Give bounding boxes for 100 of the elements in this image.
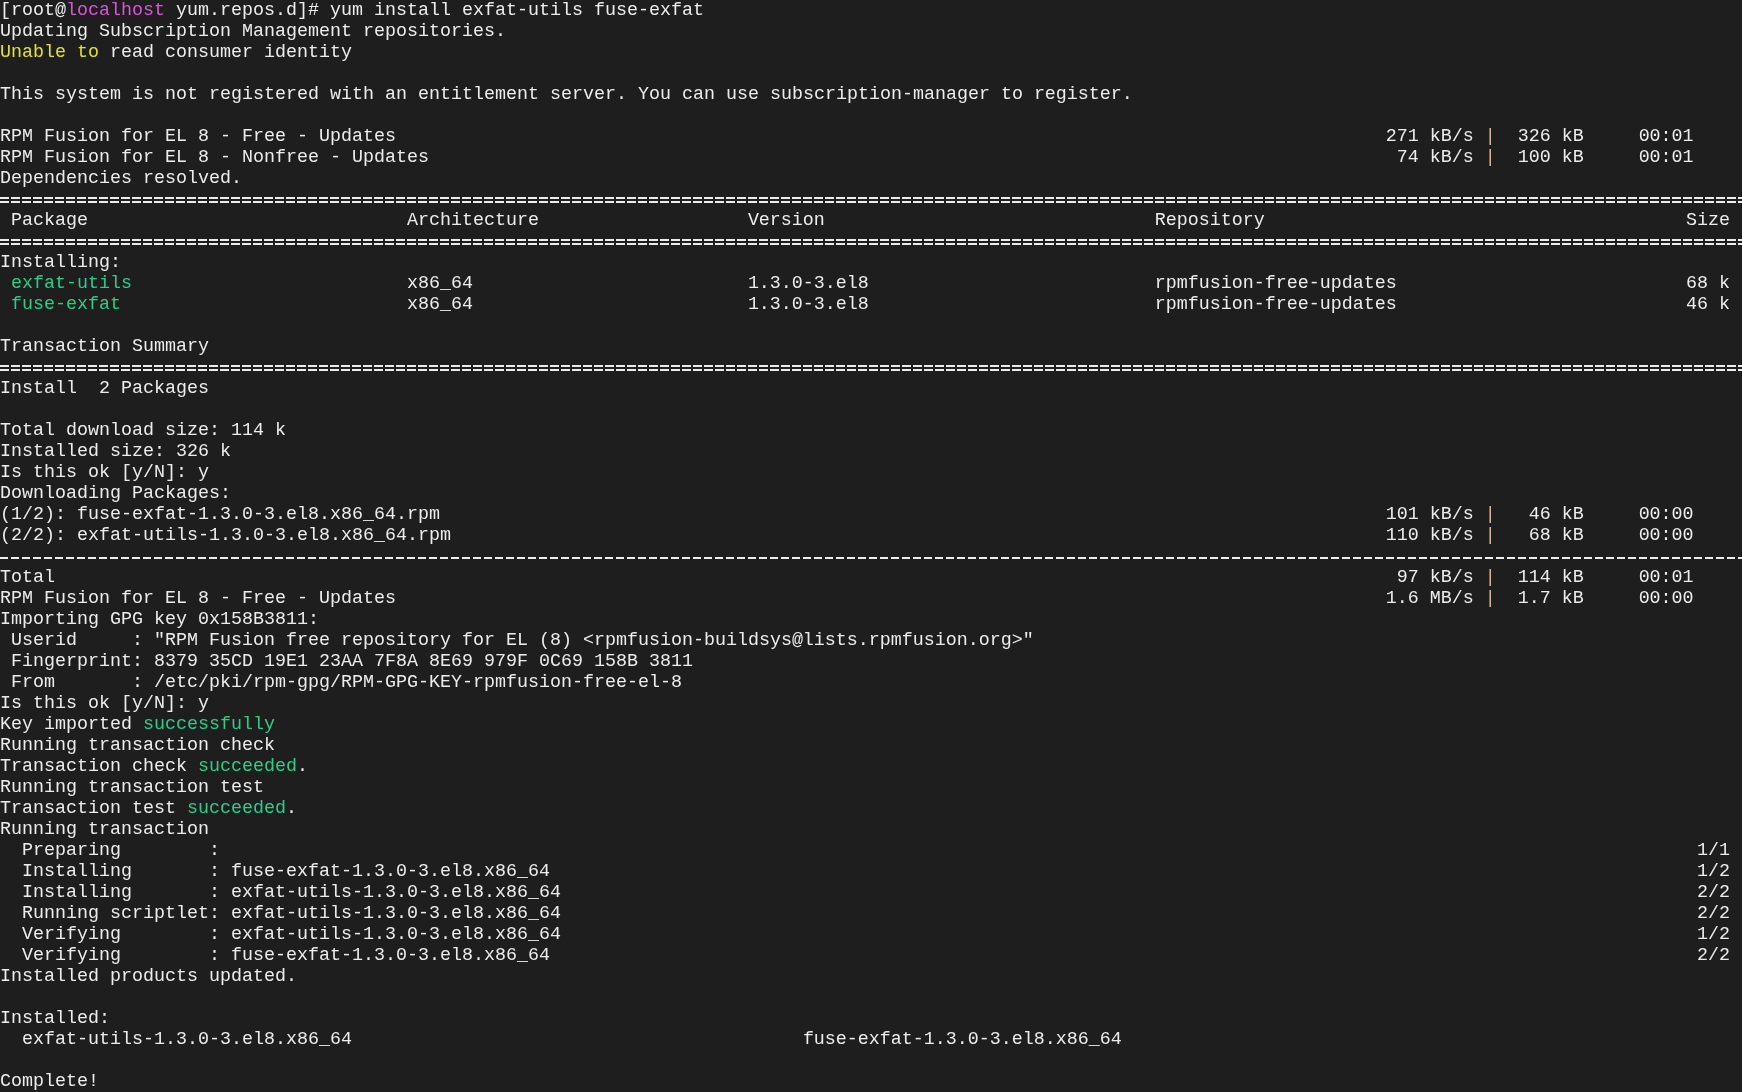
- separator: :: [208, 924, 220, 945]
- terminal-line: Transaction Summary: [0, 336, 209, 357]
- step-package: exfat-utils-1.3.0-3.el8.x86_64: [230, 924, 561, 945]
- table-cell: exfat-utils: [11, 273, 132, 294]
- terminal-line: Running transaction test: [0, 777, 264, 798]
- download-name: RPM Fusion for EL 8 - Nonfree - Updates: [0, 147, 430, 168]
- step-package: fuse-exfat-1.3.0-3.el8.x86_64: [230, 861, 550, 882]
- download-speed: 110 kB/s: [1385, 525, 1474, 546]
- download-time: 00:01: [1638, 147, 1694, 168]
- terminal-line: [root@localhost yum.repos.d]# yum install exfat-utils fuse-exfat: [0, 0, 704, 21]
- step-package: exfat-utils-1.3.0-3.el8.x86_64: [230, 903, 561, 924]
- download-time: 00:00: [1638, 525, 1694, 546]
- terminal-line: Complete!: [0, 1071, 99, 1092]
- separator: :: [131, 651, 143, 672]
- download-name: (1/2): fuse-exfat-1.3.0-3.el8.x86_64.rpm: [0, 504, 441, 525]
- table-cell: x86_64: [406, 294, 473, 315]
- separator: |: [1484, 525, 1496, 546]
- table-cell: 68 k: [1685, 273, 1730, 294]
- step-label: Installing: [22, 861, 132, 882]
- step-label: Verifying: [22, 924, 121, 945]
- terminal-line: Transaction test succeeded.: [0, 798, 297, 819]
- terminal-line: Transaction check succeeded.: [0, 756, 308, 777]
- terminal-line: This system is not registered with an entitlement server. You can use subscription-manager to register.: [0, 84, 1133, 105]
- separator: |: [1484, 504, 1496, 525]
- key-label: From: [11, 672, 55, 693]
- download-speed: 101 kB/s: [1385, 504, 1474, 525]
- installed-package: exfat-utils-1.3.0-3.el8.x86_64: [22, 1029, 352, 1050]
- table-cell: rpmfusion-free-updates: [1154, 273, 1397, 294]
- terminal-line: Install 2 Packages: [0, 378, 209, 399]
- download-speed: 97 kB/s: [1396, 567, 1474, 588]
- terminal-line: Importing GPG key 0x158B3811:: [0, 609, 319, 630]
- step-count: 1/1: [1696, 840, 1730, 861]
- download-speed: 271 kB/s: [1385, 126, 1474, 147]
- download-size: 100 kB: [1517, 147, 1584, 168]
- separator: :: [131, 672, 143, 693]
- terminal-line: Installed size: 326 k: [0, 441, 231, 462]
- step-label: Preparing: [22, 840, 121, 861]
- step-package: fuse-exfat-1.3.0-3.el8.x86_64: [230, 945, 550, 966]
- separator: |: [1484, 588, 1496, 609]
- download-speed: 1.6 MB/s: [1385, 588, 1474, 609]
- separator: |: [1484, 147, 1496, 168]
- column-header: Repository: [1154, 210, 1265, 231]
- download-name: RPM Fusion for EL 8 - Free - Updates: [0, 126, 397, 147]
- download-name: Total: [0, 567, 56, 588]
- column-header: Version: [747, 210, 825, 231]
- key-label: Fingerprint: [11, 651, 132, 672]
- download-name: (2/2): exfat-utils-1.3.0-3.el8.x86_64.rpm: [0, 525, 452, 546]
- terminal-line: Running transaction: [0, 819, 209, 840]
- step-label: Running scriptlet: [22, 903, 209, 924]
- column-header: Package: [11, 210, 88, 231]
- separator: :: [208, 840, 220, 861]
- download-size: 68 kB: [1528, 525, 1584, 546]
- separator: :: [208, 882, 220, 903]
- separator: :: [208, 903, 220, 924]
- download-time: 00:00: [1638, 588, 1694, 609]
- download-speed: 74 kB/s: [1396, 147, 1474, 168]
- key-value: "RPM Fusion free repository for EL (8) <rpmfusion-buildsys@lists.rpmfusion.org>": [153, 630, 1034, 651]
- key-label: Userid: [11, 630, 77, 651]
- column-header: Size: [1685, 210, 1730, 231]
- step-count: 2/2: [1696, 882, 1730, 903]
- download-time: 00:01: [1638, 126, 1694, 147]
- terminal-line: Installed:: [0, 1008, 110, 1029]
- step-label: Installing: [22, 882, 132, 903]
- download-time: 00:00: [1638, 504, 1694, 525]
- step-count: 2/2: [1696, 903, 1730, 924]
- key-value: /etc/pki/rpm-gpg/RPM-GPG-KEY-rpmfusion-free-el-8: [153, 672, 682, 693]
- table-cell: 46 k: [1685, 294, 1730, 315]
- separator: |: [1484, 126, 1496, 147]
- terminal-line: Key imported successfully: [0, 714, 275, 735]
- step-label: Verifying: [22, 945, 121, 966]
- table-cell: 1.3.0-3.el8: [747, 294, 869, 315]
- step-count: 2/2: [1696, 945, 1730, 966]
- terminal-line: Total download size: 114 k: [0, 420, 286, 441]
- separator: :: [131, 630, 143, 651]
- download-size: 326 kB: [1517, 126, 1584, 147]
- download-time: 00:01: [1638, 567, 1694, 588]
- terminal-line: Downloading Packages:: [0, 483, 231, 504]
- table-cell: rpmfusion-free-updates: [1154, 294, 1397, 315]
- terminal-line: Updating Subscription Management repositories.: [0, 21, 506, 42]
- table-cell: 1.3.0-3.el8: [747, 273, 869, 294]
- separator: |: [1484, 567, 1496, 588]
- separator: :: [208, 945, 220, 966]
- terminal-line: Installed products updated.: [0, 966, 297, 987]
- download-size: 114 kB: [1517, 567, 1584, 588]
- terminal-line: Dependencies resolved.: [0, 168, 242, 189]
- terminal-line: Is this ok [y/N]: y: [0, 693, 209, 714]
- download-size: 1.7 kB: [1517, 588, 1584, 609]
- table-cell: x86_64: [406, 273, 473, 294]
- terminal-line: Unable to read consumer identity: [0, 42, 352, 63]
- download-size: 46 kB: [1528, 504, 1584, 525]
- installed-package: fuse-exfat-1.3.0-3.el8.x86_64: [802, 1029, 1122, 1050]
- terminal-line: Installing:: [0, 252, 121, 273]
- key-value: 8379 35CD 19E1 23AA 7F8A 8E69 979F 0C69 158B 3811: [153, 651, 693, 672]
- download-name: RPM Fusion for EL 8 - Free - Updates: [0, 588, 397, 609]
- column-header: Architecture: [406, 210, 539, 231]
- terminal-line: Is this ok [y/N]: y: [0, 462, 209, 483]
- step-count: 1/2: [1696, 861, 1730, 882]
- terminal-line: Running transaction check: [0, 735, 275, 756]
- step-count: 1/2: [1696, 924, 1730, 945]
- step-package: exfat-utils-1.3.0-3.el8.x86_64: [230, 882, 561, 903]
